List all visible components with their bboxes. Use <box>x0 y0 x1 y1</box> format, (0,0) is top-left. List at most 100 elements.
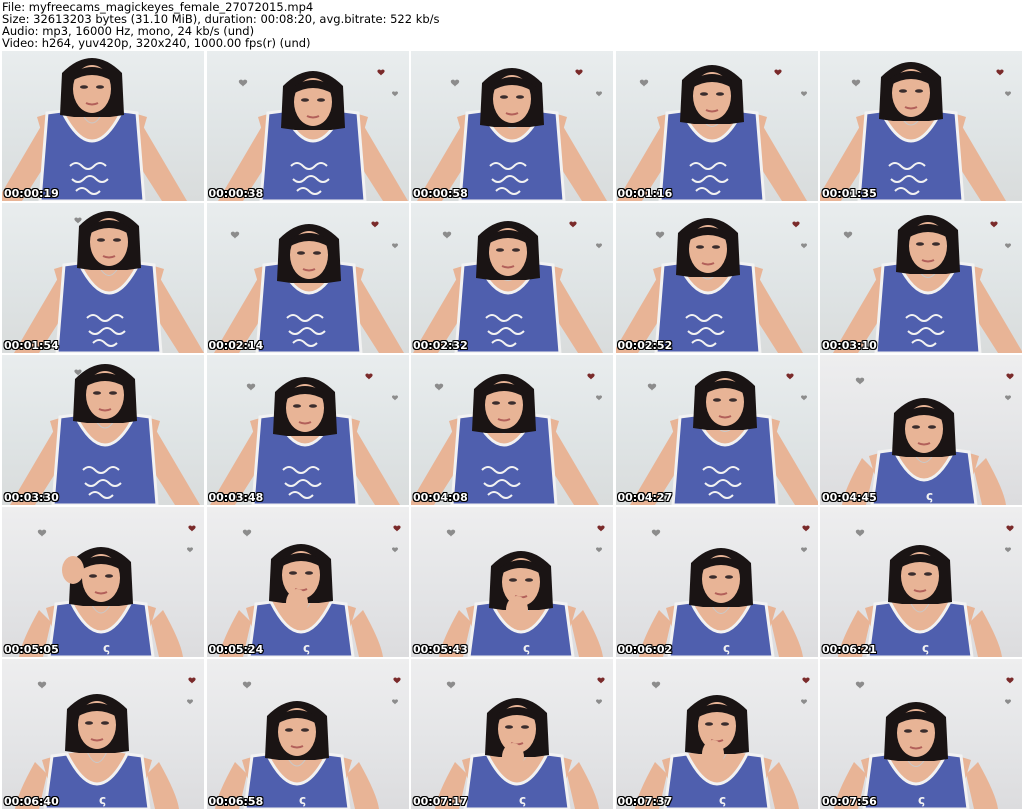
hand <box>62 556 84 584</box>
frame-image: ς <box>634 677 810 809</box>
heart-icon <box>1006 373 1014 380</box>
shirt-print: ς <box>918 793 925 807</box>
eye-right <box>920 729 928 733</box>
video-thumbnail: ς 00:07:37 <box>615 659 818 809</box>
heart-icon <box>569 221 577 228</box>
video-thumbnail: 00:02:52 <box>615 203 818 353</box>
video-thumbnail: 00:03:10 <box>820 203 1022 353</box>
frame-image <box>413 221 603 353</box>
eye-right <box>101 721 109 725</box>
eye-left <box>85 721 93 725</box>
heart-icon <box>442 231 452 239</box>
heart-icon <box>651 529 660 537</box>
heart-icon <box>446 529 456 537</box>
heart-icon <box>1005 91 1011 97</box>
frame-image: ς <box>439 525 605 657</box>
video-thumbnail: ς 00:04:45 <box>820 355 1022 505</box>
eye-left <box>505 725 513 729</box>
heart-icon <box>74 217 82 224</box>
eye-left <box>93 391 101 395</box>
eye-left <box>492 401 500 405</box>
heart-icon <box>596 547 602 553</box>
video-thumbnail: ς 00:06:02 <box>615 507 818 657</box>
frame-image <box>217 69 408 201</box>
timestamp-label: 00:01:54 <box>4 339 59 352</box>
video-info-line: Video: h264, yuv420p, 320x240, 1000.00 f… <box>2 36 311 50</box>
heart-icon <box>391 395 398 401</box>
shirt-print: ς <box>723 641 730 655</box>
heart-icon <box>391 243 398 249</box>
heart-icon <box>37 681 47 689</box>
frame-image: ς <box>834 677 1014 809</box>
eye-right <box>724 575 733 579</box>
heart-icon <box>392 677 401 684</box>
eye-right <box>728 398 737 402</box>
heart-icon <box>647 383 656 391</box>
arm-right <box>147 762 179 809</box>
heart-icon <box>851 79 861 87</box>
arm-right <box>567 762 599 809</box>
heart-icon <box>773 69 782 76</box>
eye-right <box>316 98 325 102</box>
frame-image <box>833 215 1022 353</box>
arm-right <box>966 762 998 809</box>
timestamp-label: 00:04:08 <box>413 491 468 504</box>
heart-icon <box>800 547 807 553</box>
heart-icon <box>800 243 807 249</box>
frame-image <box>629 371 818 505</box>
heart-icon <box>1005 699 1011 705</box>
heart-icon <box>575 69 583 76</box>
heart-icon <box>597 525 605 532</box>
eye-right <box>508 401 516 405</box>
heart-icon <box>639 79 648 87</box>
heart-icon <box>238 79 247 87</box>
heart-icon <box>855 681 865 689</box>
eye-right <box>312 251 321 255</box>
hand <box>506 596 528 624</box>
eye-left <box>300 98 309 102</box>
eye-right <box>915 89 923 93</box>
heart-icon <box>597 677 605 684</box>
eye-right <box>932 242 940 246</box>
timestamp-label: 00:07:17 <box>413 795 468 808</box>
eye-left <box>712 398 721 402</box>
eye-right <box>525 578 533 582</box>
timestamp-label: 00:05:43 <box>413 643 468 656</box>
shirt-print: ς <box>926 489 933 503</box>
timestamp-label: 00:07:56 <box>822 795 877 808</box>
frame-image <box>14 211 204 353</box>
eye-left <box>899 89 907 93</box>
eye-left <box>912 425 920 429</box>
eye-left <box>292 404 301 408</box>
heart-icon <box>996 69 1004 76</box>
frame-image <box>417 68 607 201</box>
timestamp-label: 00:07:37 <box>617 795 673 808</box>
arm-right <box>571 610 603 657</box>
eye-left <box>708 575 717 579</box>
frame-image <box>209 373 400 505</box>
frame-image <box>615 218 807 353</box>
eye-left <box>296 251 305 255</box>
shirt-print: ς <box>99 793 106 807</box>
eye-right <box>300 728 309 732</box>
video-thumbnail: 00:00:38 <box>206 51 409 201</box>
frame-image <box>2 58 187 201</box>
video-thumbnail: 00:01:54 <box>2 203 204 353</box>
timestamp-label: 00:06:40 <box>4 795 59 808</box>
eye-right <box>96 85 104 89</box>
shirt-print: ς <box>299 793 306 807</box>
heart-icon <box>800 395 807 401</box>
frame-image: ς <box>638 525 810 657</box>
heart-icon <box>391 699 398 705</box>
timestamp-label: 00:05:05 <box>4 643 59 656</box>
eye-right <box>516 95 524 99</box>
heart-icon <box>843 231 853 239</box>
video-thumbnail: ς 00:05:05 <box>2 507 204 657</box>
video-thumbnail: 00:03:48 <box>206 355 409 505</box>
eye-right <box>711 245 720 249</box>
heart-icon <box>37 529 47 537</box>
heart-icon <box>990 221 998 228</box>
arm-right <box>350 610 383 657</box>
frame-image: ς <box>842 373 1014 505</box>
eye-left <box>904 729 912 733</box>
